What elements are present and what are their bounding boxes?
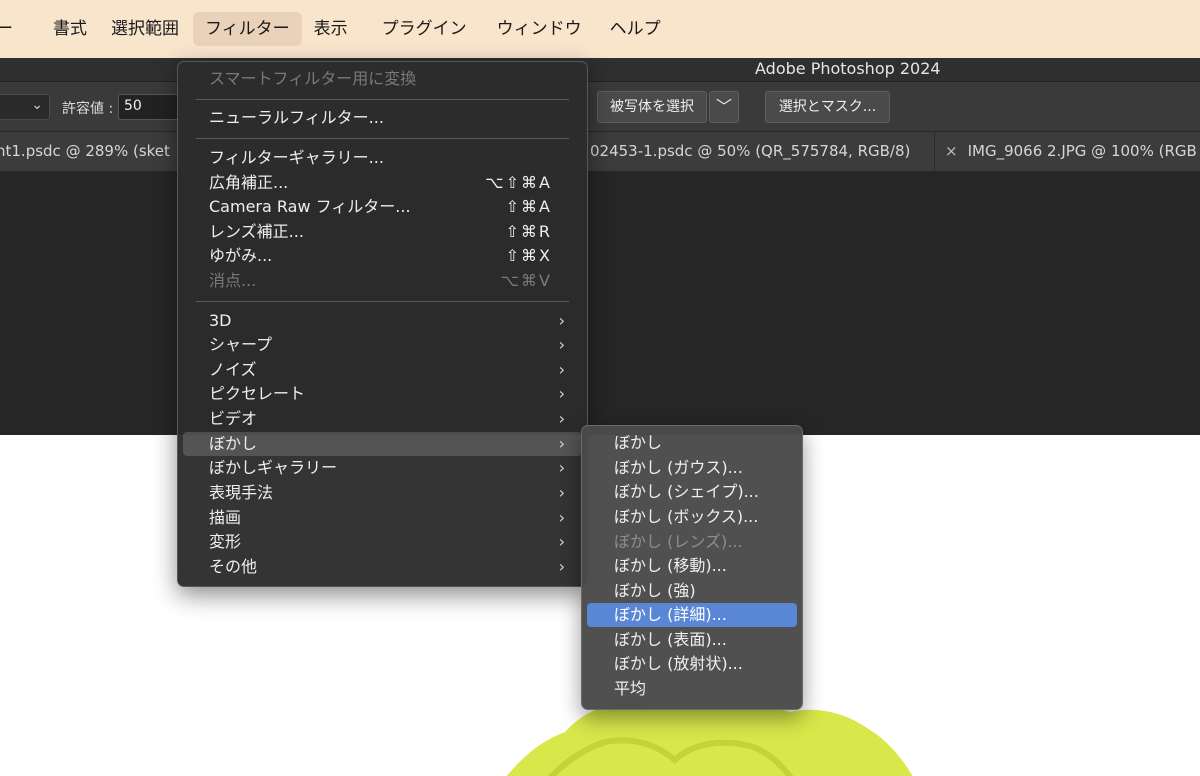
- menu-item-label: Camera Raw フィルター...: [209, 197, 411, 216]
- menu-item-video[interactable]: ビデオ ›: [183, 407, 582, 431]
- menu-item-label: その他: [209, 557, 258, 576]
- tolerance-input[interactable]: 50: [118, 94, 180, 120]
- submenu-item-motion-blur[interactable]: ぼかし (移動)...: [587, 554, 797, 578]
- menu-item-label: 変形: [209, 532, 242, 551]
- menu-item-label: ノイズ: [209, 360, 257, 379]
- menu-item-label: ピクセレート: [209, 384, 306, 403]
- menu-item-label: 描画: [209, 508, 242, 527]
- menu-item-label: 広角補正...: [209, 173, 289, 192]
- chevron-right-icon: ›: [558, 434, 565, 453]
- menu-item-sharpen[interactable]: シャープ ›: [183, 333, 582, 357]
- submenu-item-radial-blur[interactable]: ぼかし (放射状)...: [587, 652, 797, 676]
- chevron-right-icon: ›: [558, 409, 565, 428]
- menu-item-vanishing-point: 消点... ⌥⌘V: [183, 269, 582, 293]
- menu-view[interactable]: 表示: [302, 12, 360, 46]
- shortcut: ⇧⌘X: [505, 246, 552, 265]
- select-subject-button[interactable]: 被写体を選択: [597, 91, 707, 123]
- submenu-item-blur[interactable]: ぼかし: [587, 431, 797, 455]
- shortcut: ⇧⌘A: [505, 197, 552, 216]
- menu-item-filter-gallery[interactable]: フィルターギャラリー...: [183, 146, 582, 170]
- app-title: Adobe Photoshop 2024: [755, 59, 941, 78]
- select-subject-dropdown-button[interactable]: ﹀: [709, 91, 739, 123]
- shortcut: ⇧⌘R: [505, 222, 552, 241]
- filter-menu: スマートフィルター用に変換 ニューラルフィルター... フィルターギャラリー..…: [177, 61, 588, 587]
- menu-item-label: ぼかし: [209, 434, 258, 453]
- chevron-right-icon: ›: [558, 360, 565, 379]
- chevron-right-icon: ›: [558, 458, 565, 477]
- menu-item-blur-gallery[interactable]: ぼかしギャラリー ›: [183, 456, 582, 480]
- select-and-mask-button[interactable]: 選択とマスク...: [765, 91, 890, 123]
- menu-item-label: 表現手法: [209, 483, 274, 502]
- sample-size-select[interactable]: ⌄: [0, 94, 50, 120]
- menu-window[interactable]: ウィンドウ: [485, 12, 594, 46]
- blur-submenu: ぼかし ぼかし (ガウス)... ぼかし (シェイプ)... ぼかし (ボックス…: [581, 425, 803, 710]
- chevron-right-icon: ›: [558, 384, 565, 403]
- shortcut: ⌥⇧⌘A: [485, 173, 552, 192]
- submenu-item-smart-blur[interactable]: ぼかし (詳細)...: [587, 603, 797, 627]
- tolerance-label: 許容値 :: [62, 101, 114, 117]
- tab-document-1[interactable]: nt1.psdc @ 289% (sket: [0, 132, 176, 172]
- menu-help[interactable]: ヘルプ: [598, 12, 673, 46]
- chevron-right-icon: ›: [558, 335, 565, 354]
- tab-document-3[interactable]: × IMG_9066 2.JPG @ 100% (RGB: [945, 132, 1200, 172]
- tab-document-3-label: IMG_9066 2.JPG @ 100% (RGB: [967, 142, 1197, 160]
- menu-item-distort[interactable]: 変形 ›: [183, 530, 582, 554]
- submenu-item-box-blur[interactable]: ぼかし (ボックス)...: [587, 505, 797, 529]
- menu-item-convert-smart-filter: スマートフィルター用に変換: [209, 69, 417, 88]
- menu-item-stylize[interactable]: 表現手法 ›: [183, 481, 582, 505]
- menu-plugins[interactable]: プラグイン: [370, 12, 479, 46]
- chevron-right-icon: ›: [558, 557, 565, 576]
- shortcut: ⌥⌘V: [500, 271, 552, 290]
- menu-item-label: ぼかしギャラリー: [209, 458, 338, 477]
- menu-item-camera-raw[interactable]: Camera Raw フィルター... ⇧⌘A: [183, 195, 582, 219]
- menu-separator: [196, 301, 569, 302]
- submenu-item-shape-blur[interactable]: ぼかし (シェイプ)...: [587, 480, 797, 504]
- menu-item-label: 3D: [209, 311, 232, 330]
- menu-item-label: ゆがみ...: [209, 246, 273, 265]
- chevron-right-icon: ›: [558, 483, 565, 502]
- menu-item-adaptive-wide-angle[interactable]: 広角補正... ⌥⇧⌘A: [183, 171, 582, 195]
- menu-item-liquify[interactable]: ゆがみ... ⇧⌘X: [183, 244, 582, 268]
- menu-edit-partial[interactable]: ー: [0, 12, 25, 46]
- submenu-item-gaussian-blur[interactable]: ぼかし (ガウス)...: [587, 456, 797, 480]
- menu-bar: ー 書式 選択範囲 フィルター 表示 プラグイン ウィンドウ ヘルプ: [0, 0, 1200, 58]
- menu-item-lens-correction[interactable]: レンズ補正... ⇧⌘R: [183, 220, 582, 244]
- menu-item-noise[interactable]: ノイズ ›: [183, 358, 582, 382]
- close-icon[interactable]: ×: [945, 142, 958, 160]
- menu-select[interactable]: 選択範囲: [99, 12, 191, 46]
- menu-item-label: 消点...: [209, 271, 257, 290]
- menu-item-render[interactable]: 描画 ›: [183, 506, 582, 530]
- menu-item-label: レンズ補正...: [209, 222, 304, 241]
- menu-filter[interactable]: フィルター: [193, 12, 302, 46]
- submenu-item-lens-blur: ぼかし (レンズ)...: [614, 532, 743, 551]
- chevron-right-icon: ›: [558, 508, 565, 527]
- submenu-item-surface-blur[interactable]: ぼかし (表面)...: [587, 628, 797, 652]
- menu-item-label: ビデオ: [209, 409, 258, 428]
- menu-type[interactable]: 書式: [41, 12, 99, 46]
- chevron-right-icon: ›: [558, 532, 565, 551]
- menu-item-3d[interactable]: 3D ›: [183, 309, 582, 333]
- submenu-item-average[interactable]: 平均: [587, 677, 797, 701]
- submenu-item-blur-more[interactable]: ぼかし (強): [587, 579, 797, 603]
- menu-item-label: シャープ: [209, 335, 273, 354]
- menu-item-other[interactable]: その他 ›: [183, 555, 582, 579]
- menu-item-blur[interactable]: ぼかし ›: [183, 432, 582, 456]
- chevron-down-icon: ﹀: [715, 97, 732, 116]
- menu-separator: [196, 138, 569, 139]
- menu-separator: [196, 99, 569, 100]
- chevron-down-icon: ⌄: [31, 97, 43, 113]
- tab-document-2[interactable]: 02453-1.psdc @ 50% (QR_575784, RGB/8): [590, 132, 935, 172]
- menu-item-pixelate[interactable]: ピクセレート ›: [183, 382, 582, 406]
- chevron-right-icon: ›: [558, 311, 565, 330]
- menu-item-neural-filters[interactable]: ニューラルフィルター...: [183, 106, 582, 130]
